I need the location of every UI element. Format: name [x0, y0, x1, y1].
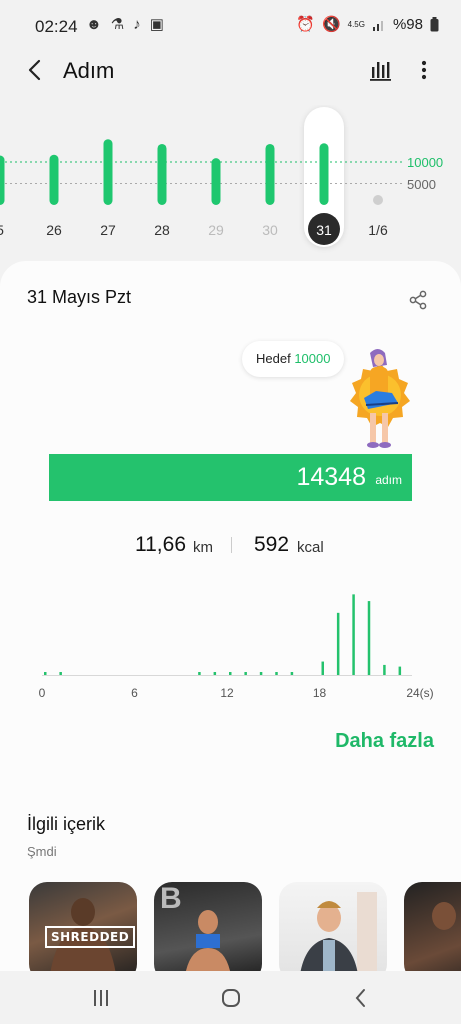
related-item-3[interactable]	[279, 882, 387, 971]
athlete-photo-image: B	[160, 882, 230, 971]
related-item-label: SHREDDED	[45, 926, 136, 948]
half-goal-line-label: 5000	[407, 177, 436, 192]
hourly-bar	[290, 672, 294, 675]
notification-dot-icon: ☻	[86, 16, 102, 33]
page-title: Adım	[63, 58, 115, 83]
day-bar[interactable]	[49, 154, 59, 205]
day-label[interactable]: 1/6	[368, 222, 387, 238]
status-time: 02:24	[35, 17, 78, 36]
goal-line-label: 10000	[407, 155, 444, 170]
daily-summary-card: 31 Mayıs Pzt Hedef 10000 14348 adım 11,6…	[0, 261, 461, 971]
metrics-row: 11,66 km 592 kcal	[0, 531, 461, 559]
related-content-title: İlgili içerik	[27, 814, 106, 834]
back-icon[interactable]	[349, 987, 373, 1009]
recent-apps-icon[interactable]	[89, 987, 113, 1009]
day-label[interactable]: 26	[46, 222, 62, 238]
day-bar[interactable]	[211, 158, 221, 205]
related-content-carousel[interactable]: SHREDDED B	[29, 882, 461, 971]
day-bar[interactable]	[0, 155, 5, 205]
more-link[interactable]: Daha fazla	[335, 730, 434, 753]
day-bar[interactable]	[265, 143, 275, 205]
day-bar-empty[interactable]	[373, 195, 383, 205]
share-icon[interactable]	[407, 289, 429, 311]
steps-unit: adım	[375, 473, 402, 487]
hour-tick-label: 6	[131, 686, 138, 700]
music-note-icon: ♪	[133, 16, 141, 33]
day-label[interactable]: 27	[100, 222, 116, 238]
more-vertical-icon[interactable]	[413, 56, 435, 84]
alarm-icon: ⏰	[296, 16, 315, 33]
hourly-bar	[336, 612, 340, 675]
steps-value: 14348	[296, 463, 366, 491]
status-right-icons: ⏰ 🔇 4.5G %98	[296, 16, 439, 33]
day-bar[interactable]	[157, 143, 167, 205]
app-header: Adım	[0, 52, 461, 92]
day-label[interactable]: 29	[208, 222, 224, 238]
battery-percent: %98	[392, 16, 423, 33]
app-icon: ▣	[149, 16, 164, 33]
hourly-bar	[383, 664, 386, 675]
metrics-divider	[231, 537, 232, 553]
svg-text:B: B	[160, 882, 182, 915]
mascot-illustration	[350, 349, 410, 448]
network-type: 4.5G	[347, 20, 365, 29]
hour-tick-label: 24(s)	[406, 686, 434, 700]
related-item-4[interactable]	[404, 882, 461, 971]
status-left-icons: ☻ ⚗ ♪ ▣	[86, 17, 164, 32]
hourly-bar	[398, 666, 402, 675]
summary-date: 31 Mayıs Pzt	[27, 287, 132, 307]
day-bar[interactable]	[103, 139, 113, 205]
hourly-bar	[44, 672, 47, 675]
status-bar: 02:24 ☻ ⚗ ♪ ▣ ⏰ 🔇 4.5G %98	[0, 0, 461, 50]
trainer-photo-image	[300, 892, 377, 971]
day-bar[interactable]	[319, 143, 329, 205]
steps-progress-bar: 14348 adım	[49, 454, 412, 501]
distance-value: 11,66	[135, 533, 186, 556]
hourly-bar	[59, 672, 62, 675]
distance-unit: km	[193, 539, 213, 556]
calories-unit: kcal	[297, 539, 324, 556]
daily-chart-canvas	[0, 107, 402, 247]
hour-tick-label: 12	[220, 686, 234, 700]
day-label[interactable]: 28	[154, 222, 170, 238]
athlete-photo-image	[432, 902, 456, 930]
related-item-2[interactable]: B	[154, 882, 262, 971]
hourly-bar	[367, 601, 371, 675]
hourly-bar	[198, 672, 201, 675]
related-content-subtitle: Şmdi	[27, 844, 57, 859]
day-label[interactable]: 31	[316, 222, 332, 238]
goal-label: Hedef	[256, 351, 291, 366]
goal-bubble: Hedef 10000	[242, 341, 345, 377]
home-icon[interactable]	[219, 987, 243, 1009]
bell-icon: ⚗	[110, 16, 125, 33]
hourly-bar	[259, 672, 263, 675]
hourly-bar	[213, 672, 217, 675]
related-item-1[interactable]: SHREDDED	[29, 882, 137, 971]
hourly-bar	[229, 672, 232, 675]
back-button[interactable]	[22, 56, 50, 84]
system-nav-bar	[0, 971, 461, 1024]
hourly-bar	[352, 594, 355, 675]
day-label[interactable]: 5	[0, 222, 4, 238]
mute-icon: 🔇	[321, 16, 341, 33]
day-label[interactable]: 30	[262, 222, 278, 238]
hour-tick-label: 18	[312, 686, 327, 700]
hour-tick-label: 0	[38, 686, 46, 700]
hourly-bar	[275, 672, 278, 675]
goal-value: 10000	[294, 351, 331, 366]
hourly-bar	[321, 661, 324, 675]
battery-icon	[430, 17, 439, 32]
calories-value: 592	[254, 533, 290, 556]
bar-chart-icon[interactable]	[368, 58, 394, 82]
signal-icon	[372, 20, 383, 31]
hourly-bar	[244, 672, 247, 675]
daily-steps-chart[interactable]: 10000 5000 5 26 27 28 29 30 31 1/6	[0, 105, 461, 255]
